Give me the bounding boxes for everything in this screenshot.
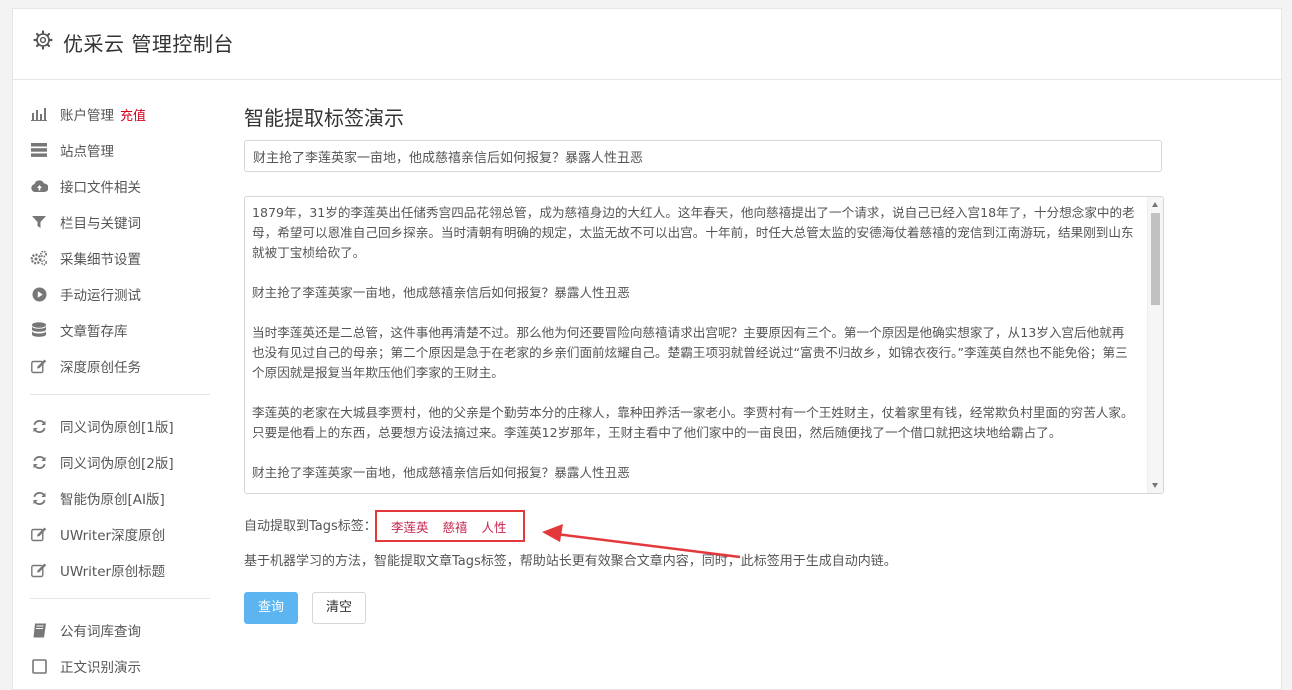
query-button[interactable]: 查询 [244, 592, 298, 624]
app-title: 优采云 管理控制台 [63, 32, 234, 56]
database-icon [30, 321, 48, 339]
content-paragraph: 当时李莲英还是二总管，这件事他再清楚不过。那么他为何还要冒险向慈禧请求出宫呢？主… [252, 325, 1128, 380]
sidebar-item[interactable]: UWriter原创标题 [30, 552, 210, 588]
recharge-link[interactable]: 充值 [120, 105, 146, 124]
content-text: 1879年，31岁的李莲英出任储秀宫四品花翎总管，成为慈禧身边的大红人。这年春天… [245, 197, 1163, 483]
book-icon [30, 621, 48, 639]
title-input[interactable] [244, 140, 1162, 172]
sidebar-item-label: 正文识别演示 [60, 660, 141, 676]
sidebar-item-label: 深度原创任务 [60, 360, 141, 376]
tag-item: 慈禧 [442, 519, 468, 535]
sidebar-item[interactable]: 深度原创任务 [30, 348, 210, 384]
content-paragraph: 财主抢了李莲英家一亩地，他成慈禧亲信后如何报复？暴露人性丑恶 [252, 285, 630, 300]
sidebar-item-label: 账户管理 [60, 108, 114, 124]
tags-label: 自动提取到Tags标签： [244, 519, 377, 534]
sidebar-item-label: 同义词伪原创[2版] [60, 456, 174, 472]
sidebar-item[interactable]: 站点管理 [30, 132, 210, 168]
sidebar-item[interactable]: 手动运行测试 [30, 276, 210, 312]
sidebar-item-label: 文章暂存库 [60, 324, 128, 340]
refresh-icon [30, 489, 48, 507]
sidebar-item-label: 接口文件相关 [60, 180, 141, 196]
sidebar-item-label: 采集细节设置 [60, 252, 141, 268]
sidebar-item[interactable]: 正文识别演示 [30, 648, 210, 684]
sidebar-item[interactable]: 采集细节设置 [30, 240, 210, 276]
sidebar-item-label: 智能伪原创[AI版] [60, 492, 165, 508]
play-circle-icon [30, 285, 48, 303]
sidebar-item[interactable]: UWriter深度原创 [30, 516, 210, 552]
sidebar-item-label: 手动运行测试 [60, 288, 141, 304]
sidebar-item[interactable]: 接口文件相关 [30, 168, 210, 204]
sidebar-item-label: UWriter原创标题 [60, 564, 166, 580]
content-paragraph: 李莲英的老家在大城县李贾村，他的父亲是个勤劳本分的庄稼人，靠种田养活一家老小。李… [252, 405, 1134, 440]
cloud-upload-icon [30, 177, 48, 195]
sidebar-divider [30, 394, 210, 395]
server-icon [30, 141, 48, 159]
sidebar-item-label: UWriter深度原创 [60, 528, 166, 544]
sidebar-item-label: 站点管理 [60, 144, 114, 160]
main-content: 智能提取标签演示 1879年，31岁的李莲英出任储秀宫四品花翎总管，成为慈禧身边… [244, 96, 1164, 624]
tag-item: 李莲英 [391, 519, 429, 535]
description-text: 基于机器学习的方法，智能提取文章Tags标签，帮助站长更有效聚合文章内容，同时，… [244, 554, 897, 569]
sidebar-item[interactable]: 公有词库查询 [30, 612, 210, 648]
sidebar-item[interactable]: 文章暂存库 [30, 312, 210, 348]
sidebar-item[interactable]: 同义词伪原创[1版] [30, 408, 210, 444]
scrollbar-thumb[interactable] [1151, 213, 1160, 305]
scroll-up-arrow-icon[interactable] [1152, 202, 1158, 207]
tag-item: 人性 [481, 519, 507, 535]
edit-icon [30, 357, 48, 375]
sidebar-item[interactable]: 同义词伪原创[2版] [30, 444, 210, 480]
content-paragraph: 1879年，31岁的李莲英出任储秀宫四品花翎总管，成为慈禧身边的大红人。这年春天… [252, 205, 1135, 260]
scrollbar[interactable] [1147, 197, 1163, 493]
sidebar-item[interactable]: 账户管理 充值 [30, 96, 210, 132]
refresh-icon [30, 453, 48, 471]
edit-icon [30, 525, 48, 543]
square-icon [30, 657, 48, 675]
sidebar-item-label: 公有词库查询 [60, 624, 141, 640]
sidebar-divider [30, 598, 210, 599]
page-title: 智能提取标签演示 [244, 106, 404, 130]
bar-chart-icon [30, 105, 48, 123]
top-bar: 优采云 管理控制台 [13, 9, 1281, 80]
sidebar-item[interactable]: 智能伪原创[AI版] [30, 480, 210, 516]
content-paragraph: 财主抢了李莲英家一亩地，他成慈禧亲信后如何报复？暴露人性丑恶 [252, 465, 630, 480]
scroll-down-arrow-icon[interactable] [1152, 483, 1158, 488]
gear-icon [33, 30, 53, 50]
sidebar-item-label: 同义词伪原创[1版] [60, 420, 174, 436]
gears-icon [30, 249, 48, 267]
sidebar: 账户管理 充值站点管理接口文件相关 栏目与关键词 采集细节设置 手动运行测试 文章暂存库深… [30, 96, 210, 684]
clear-button[interactable]: 清空 [312, 592, 366, 624]
tags-result-box: 李莲英 慈禧 人性 [375, 510, 525, 542]
sidebar-item-label: 栏目与关键词 [60, 216, 141, 232]
edit-icon [30, 561, 48, 579]
content-textarea[interactable]: 1879年，31岁的李莲英出任储秀宫四品花翎总管，成为慈禧身边的大红人。这年春天… [244, 196, 1164, 494]
filter-icon [30, 213, 48, 231]
refresh-icon [30, 417, 48, 435]
sidebar-item[interactable]: 栏目与关键词 [30, 204, 210, 240]
